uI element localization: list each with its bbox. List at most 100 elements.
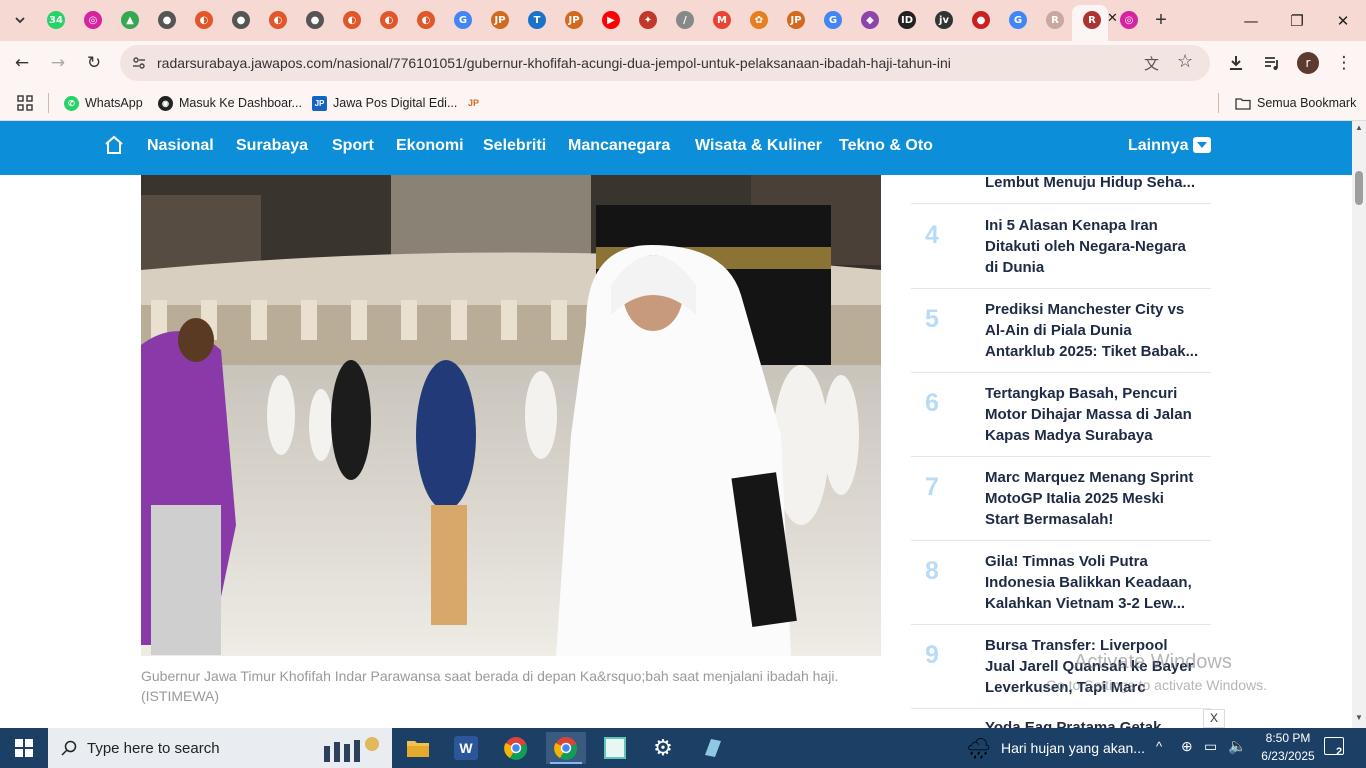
dropdown-icon[interactable] (1193, 137, 1211, 153)
nav-tekno-oto[interactable]: Tekno & Oto (839, 137, 933, 155)
browser-tab[interactable]: ◐ (411, 5, 441, 35)
minimize-button[interactable]: — (1228, 0, 1274, 41)
browser-tab[interactable]: jv (929, 5, 959, 35)
monitor-icon[interactable]: ▭ (1204, 738, 1217, 755)
taskbar-chrome[interactable] (496, 732, 536, 764)
browser-tab[interactable]: ◐ (337, 5, 367, 35)
browser-tab[interactable]: ● (300, 5, 330, 35)
browser-tab[interactable]: T (522, 5, 552, 35)
reload-icon: ↻ (86, 53, 102, 73)
forward-button[interactable]: → (44, 49, 72, 77)
trending-item-partial[interactable]: Yoda Eag Pratama Getak (911, 719, 1211, 728)
tray-chevron-icon[interactable]: ^ (1156, 739, 1162, 754)
browser-tab[interactable]: ▲ (115, 5, 145, 35)
trending-title[interactable]: Ini 5 Alasan Kenapa Iran Ditakuti oleh N… (985, 215, 1200, 278)
browser-tab[interactable]: ◐ (263, 5, 293, 35)
browser-tab[interactable]: ◎ (78, 5, 108, 35)
taskbar-notepad[interactable] (595, 732, 635, 764)
translate-icon[interactable]: 文 (1144, 53, 1159, 74)
clock-time[interactable]: 8:50 PM (1260, 731, 1316, 745)
back-button[interactable]: ← (8, 49, 36, 77)
nav-nasional[interactable]: Nasional (147, 137, 214, 155)
trending-title[interactable]: Marc Marquez Menang Sprint MotoGP Italia… (985, 467, 1200, 530)
jawapos-icon: JP (491, 11, 509, 29)
trending-item[interactable]: 7 Marc Marquez Menang Sprint MotoGP Itali… (911, 457, 1211, 541)
downloads-button[interactable] (1222, 49, 1250, 77)
browser-tab[interactable]: ✦ (633, 5, 663, 35)
nav-ekonomi[interactable]: Ekonomi (396, 137, 464, 155)
weather-text[interactable]: Hari hujan yang akan... (1001, 740, 1145, 756)
trending-title[interactable]: Prediksi Manchester City vs Al-Ain di Pi… (985, 299, 1200, 362)
tab-search-button[interactable] (5, 5, 35, 35)
trending-title[interactable]: Gila! Timnas Voli Putra Indonesia Balikk… (985, 551, 1200, 614)
browser-tab[interactable]: ● (152, 5, 182, 35)
browser-tab[interactable]: ◐ (189, 5, 219, 35)
new-tab-button[interactable]: + (1146, 5, 1176, 35)
taskbar-app[interactable] (692, 732, 732, 764)
trending-item-partial[interactable]: Lembut Menuju Hidup Seha... (911, 175, 1211, 204)
media-control-button[interactable] (1258, 49, 1286, 77)
network-icon[interactable]: ⊕ (1181, 738, 1193, 755)
browser-tab[interactable]: 34 (41, 5, 71, 35)
browser-tab[interactable]: ▶ (596, 5, 626, 35)
browser-tab[interactable]: JP (559, 5, 589, 35)
browser-tab[interactable]: G (818, 5, 848, 35)
trending-title[interactable]: Tertangkap Basah, Pencuri Motor Dihajar … (985, 383, 1200, 446)
browser-tab[interactable]: R (1040, 5, 1070, 35)
browser-tab[interactable]: M (707, 5, 737, 35)
taskbar-search-box[interactable]: Type here to search (48, 728, 392, 768)
browser-tab[interactable]: ◆ (855, 5, 885, 35)
nav-sport[interactable]: Sport (332, 137, 374, 155)
reload-button[interactable]: ↻ (80, 49, 108, 77)
browser-tab[interactable]: ● (966, 5, 996, 35)
url-text[interactable]: radarsurabaya.jawapos.com/nasional/77610… (157, 55, 951, 71)
scrollbar-thumb[interactable] (1355, 171, 1363, 205)
nav-selebriti[interactable]: Selebriti (483, 137, 546, 155)
tab-active-radar[interactable]: R ✕ (1077, 5, 1118, 35)
browser-tab[interactable]: ◎ (1114, 5, 1144, 35)
nav-surabaya[interactable]: Surabaya (236, 137, 308, 155)
taskbar-word[interactable]: W (446, 732, 486, 764)
page-scrollbar[interactable]: ▲ ▼ (1352, 121, 1366, 728)
weather-icon[interactable]: 🌧 (966, 736, 991, 761)
browser-tab[interactable]: G (1003, 5, 1033, 35)
clock-date[interactable]: 6/23/2025 (1260, 749, 1316, 763)
all-bookmarks-button[interactable]: Semua Bookmark (1235, 92, 1356, 114)
browser-tab[interactable]: / (670, 5, 700, 35)
browser-tab[interactable]: JP (485, 5, 515, 35)
ad-close-button[interactable]: X (1203, 709, 1225, 728)
bookmark-jawapos-digital[interactable]: JP Jawa Pos Digital Edi... (312, 92, 457, 114)
trending-item[interactable]: 4 Ini 5 Alasan Kenapa Iran Ditakuti oleh … (911, 205, 1211, 289)
apps-button[interactable] (17, 92, 33, 114)
browser-tab[interactable]: JP (781, 5, 811, 35)
home-icon[interactable] (104, 135, 124, 155)
menu-button[interactable]: ⋮ (1330, 49, 1358, 77)
scroll-up-icon[interactable]: ▲ (1355, 123, 1363, 132)
scroll-down-icon[interactable]: ▼ (1355, 713, 1363, 722)
bookmark-star-icon[interactable]: ☆ (1177, 51, 1193, 72)
nav-mancanegara[interactable]: Mancanegara (568, 137, 670, 155)
browser-tab[interactable]: ● (226, 5, 256, 35)
bookmark-jawapos[interactable]: JP (466, 92, 487, 114)
browser-tab[interactable]: ✿ (744, 5, 774, 35)
site-info-icon (133, 57, 145, 69)
browser-tab[interactable]: ◐ (374, 5, 404, 35)
bookmark-whatsapp[interactable]: ✆ WhatsApp (64, 92, 143, 114)
close-window-button[interactable]: ✕ (1320, 0, 1366, 41)
start-button[interactable] (4, 732, 44, 764)
trending-item[interactable]: 6 Tertangkap Basah, Pencuri Motor Dihajar… (911, 373, 1211, 457)
volume-icon[interactable]: 🔈 (1228, 737, 1247, 755)
taskbar-file-explorer[interactable] (398, 732, 438, 764)
nav-wisata-kuliner[interactable]: Wisata & Kuliner (695, 137, 822, 155)
address-bar[interactable]: radarsurabaya.jawapos.com/nasional/77610… (120, 45, 1210, 81)
browser-tab[interactable]: G (448, 5, 478, 35)
bookmark-dashboard[interactable]: ◉ Masuk Ke Dashboar... (158, 92, 302, 114)
trending-item[interactable]: 8 Gila! Timnas Voli Putra Indonesia Balik… (911, 541, 1211, 625)
trending-item[interactable]: 5 Prediksi Manchester City vs Al-Ain di P… (911, 289, 1211, 373)
taskbar-chrome-active[interactable] (546, 732, 586, 764)
taskbar-settings[interactable]: ⚙ (643, 732, 683, 764)
browser-tab[interactable]: ID (892, 5, 922, 35)
nav-lainnya[interactable]: Lainnya (1128, 137, 1188, 155)
profile-button[interactable]: r (1294, 49, 1322, 77)
restore-button[interactable]: ❐ (1274, 0, 1320, 41)
